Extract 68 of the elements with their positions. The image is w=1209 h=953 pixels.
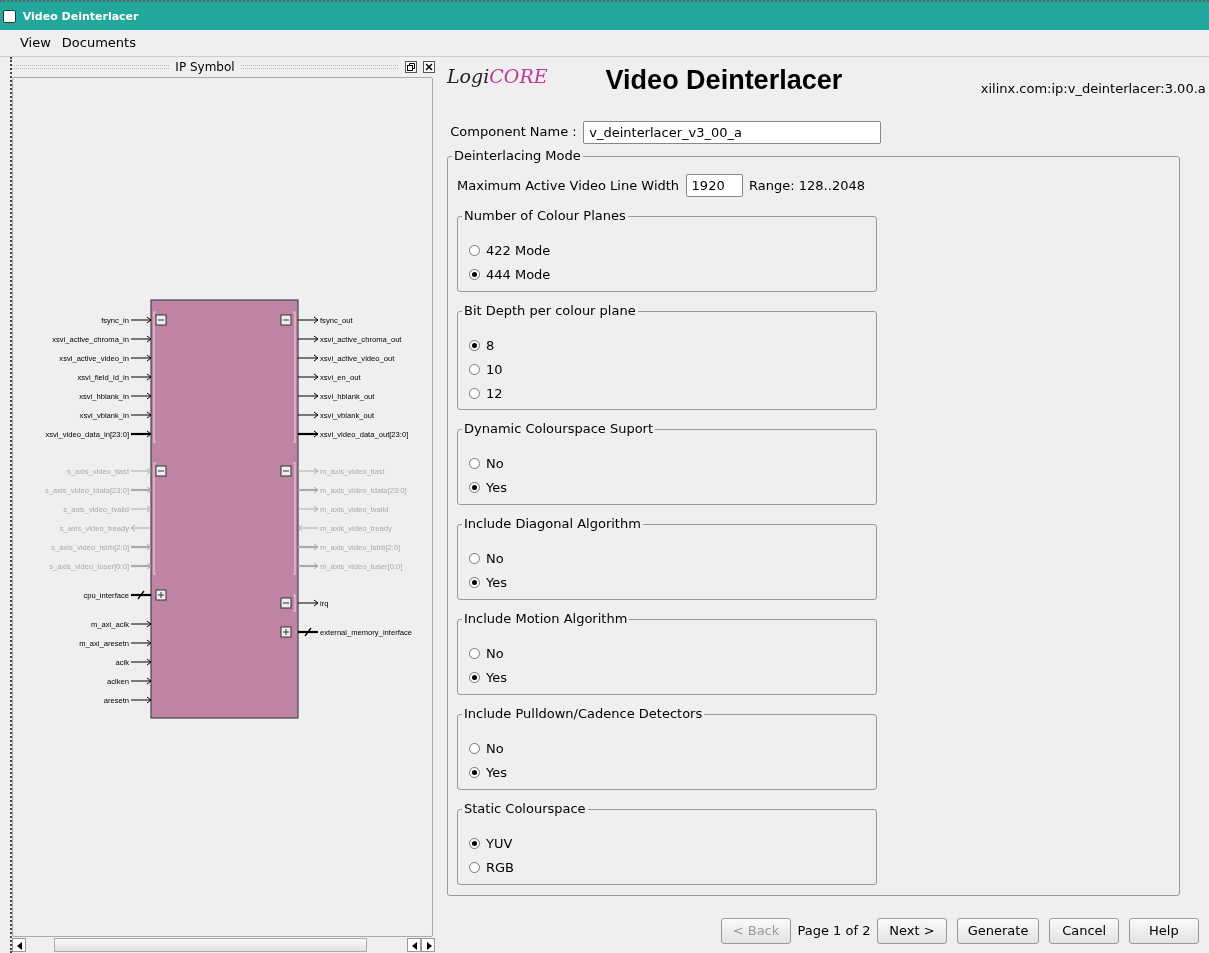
radio-label: Yes xyxy=(486,763,507,782)
radio-label: Yes xyxy=(486,573,507,592)
panel-title: IP Symbol xyxy=(175,58,235,76)
radio-button[interactable] xyxy=(469,482,480,493)
radio-label: Yes xyxy=(486,668,507,687)
expand-icon[interactable] xyxy=(155,589,167,601)
page-indicator: Page 1 of 2 xyxy=(797,922,871,941)
scrollbar-thumb[interactable] xyxy=(54,938,367,952)
fieldset-title: Deinterlacing Mode xyxy=(452,147,583,164)
scroll-left-icon[interactable] xyxy=(407,938,421,952)
radio-button[interactable] xyxy=(469,648,480,659)
dialog-button[interactable]: Generate xyxy=(956,918,1040,944)
radio-button[interactable] xyxy=(469,340,480,351)
radio-button[interactable] xyxy=(469,767,480,778)
close-icon[interactable] xyxy=(423,60,435,73)
radio-label: YUV xyxy=(486,834,513,853)
radio-label: Yes xyxy=(486,478,507,497)
radio-label: 12 xyxy=(486,384,503,403)
radio-button[interactable] xyxy=(469,269,480,280)
group-title: Include Diagonal Algorithm xyxy=(462,515,643,532)
logo: LogiCORE xyxy=(447,65,548,87)
group-bracket xyxy=(292,594,296,612)
dialog-button[interactable]: Cancel xyxy=(1049,918,1120,944)
radio-label: 444 Mode xyxy=(486,265,551,284)
radio-button[interactable] xyxy=(469,388,480,399)
radio-label: No xyxy=(486,739,504,758)
menu-item[interactable]: Documents xyxy=(61,33,136,53)
radio-button[interactable] xyxy=(469,245,480,256)
menu-item[interactable]: View xyxy=(20,33,51,53)
scroll-right-icon[interactable] xyxy=(421,938,435,952)
group-title: Static Colourspace xyxy=(462,800,588,817)
radio-label: RGB xyxy=(486,858,515,877)
page-title: Video Deinterlacer xyxy=(605,65,843,96)
radio-button[interactable] xyxy=(469,743,480,754)
window-title: Video Deinterlacer xyxy=(22,9,139,23)
collapse-icon[interactable] xyxy=(155,314,167,326)
radio-button[interactable] xyxy=(469,364,480,375)
component-name-field[interactable]: v_deinterlacer_v3_00_a xyxy=(583,120,882,144)
field-label: Maximum Active Video Line Width xyxy=(457,176,680,195)
radio-label: No xyxy=(486,549,504,568)
radio-button[interactable] xyxy=(469,672,480,683)
dialog-button[interactable]: Next > xyxy=(876,918,947,944)
dialog-button[interactable]: Help xyxy=(1128,918,1199,944)
range-label: Range: 128..2048 xyxy=(749,176,865,195)
scroll-left-icon[interactable] xyxy=(12,938,26,952)
radio-label: 10 xyxy=(486,360,503,379)
window-icon xyxy=(3,9,17,23)
radio-button[interactable] xyxy=(469,838,480,849)
radio-label: 8 xyxy=(486,336,495,355)
radio-button[interactable] xyxy=(469,577,480,588)
field-label: Component Name : xyxy=(450,123,577,142)
group-title: Bit Depth per colour plane xyxy=(462,302,638,319)
line-width-field[interactable]: 1920 xyxy=(685,174,743,197)
group-title: Include Pulldown/Cadence Detectors xyxy=(462,705,705,722)
radio-label: 422 Mode xyxy=(486,241,551,260)
ip-identifier: xilinx.com:ip:v_deinterlacer:3.00.a xyxy=(980,80,1206,98)
group-title: Dynamic Colourspace Suport xyxy=(462,420,656,437)
radio-label: No xyxy=(486,644,504,663)
collapse-icon[interactable] xyxy=(280,597,292,609)
expand-icon[interactable] xyxy=(280,626,292,638)
float-icon[interactable] xyxy=(404,60,417,73)
horizontal-scrollbar[interactable] xyxy=(12,937,435,953)
radio-button[interactable] xyxy=(469,458,480,469)
radio-button[interactable] xyxy=(469,553,480,564)
radio-label: No xyxy=(486,454,504,473)
radio-button[interactable] xyxy=(469,862,480,873)
group-title: Include Motion Algorithm xyxy=(462,610,630,627)
collapse-icon[interactable] xyxy=(280,314,292,326)
